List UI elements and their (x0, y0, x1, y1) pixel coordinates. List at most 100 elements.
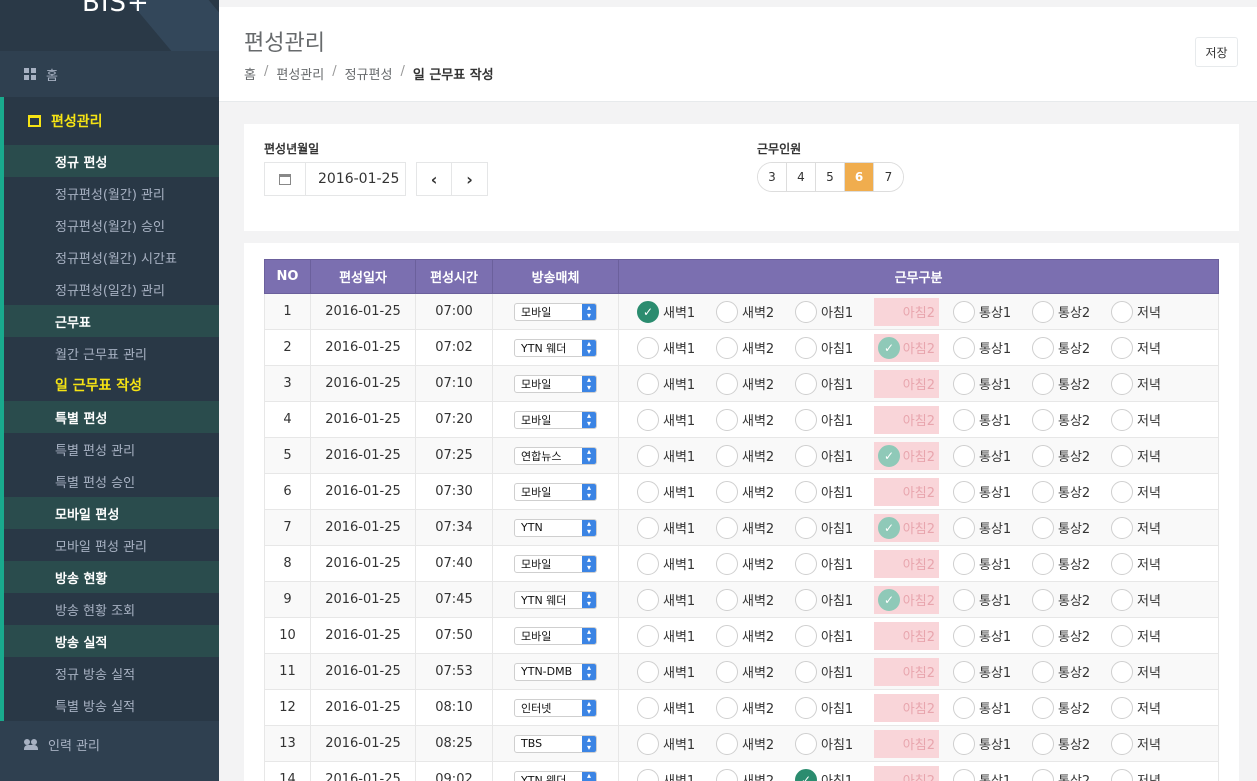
radio-icon[interactable] (1032, 516, 1054, 539)
media-select[interactable]: TBS ▴ ▾ (514, 734, 597, 753)
duty-radio-option[interactable]: 통상1 (953, 658, 1032, 686)
media-select[interactable]: 인터넷 ▴ ▾ (514, 698, 597, 717)
radio-icon[interactable] (637, 660, 659, 683)
duty-radio-option[interactable]: 통상2 (1032, 550, 1111, 578)
sidebar-subitem[interactable]: 특별 방송 실적 (4, 689, 219, 721)
duty-radio-option[interactable]: ✓ 아침2 (874, 585, 939, 614)
radio-icon[interactable] (1032, 588, 1054, 611)
radio-icon[interactable] (716, 300, 738, 323)
duty-radio-option[interactable]: ✓ 아침2 (874, 441, 939, 470)
duty-radio-option[interactable]: 아침2 (874, 477, 939, 506)
duty-radio-option[interactable]: 통상2 (1032, 298, 1111, 326)
radio-icon[interactable] (953, 732, 975, 755)
radio-icon[interactable] (953, 696, 975, 719)
duty-radio-option[interactable]: 저녁 (1111, 442, 1190, 470)
media-select[interactable]: 모바일 ▴ ▾ (514, 302, 597, 321)
duty-radio-option[interactable]: 통상2 (1032, 370, 1111, 398)
radio-checked-icon[interactable]: ✓ (637, 300, 659, 323)
radio-icon[interactable] (953, 516, 975, 539)
duty-radio-option[interactable]: 아침1 (795, 586, 874, 614)
radio-icon[interactable] (953, 768, 975, 781)
radio-icon[interactable] (953, 660, 975, 683)
radio-icon[interactable] (795, 516, 817, 539)
duty-radio-option[interactable]: 새벽1 (637, 406, 716, 434)
duty-radio-option[interactable]: 통상1 (953, 622, 1032, 650)
media-select[interactable]: YTN-DMB ▴ ▾ (514, 662, 597, 681)
media-select[interactable]: 연합뉴스 ▴ ▾ (514, 446, 597, 465)
duty-radio-option[interactable]: 저녁 (1111, 694, 1190, 722)
duty-radio-option[interactable]: 통상1 (953, 550, 1032, 578)
radio-icon[interactable] (953, 372, 975, 395)
radio-icon[interactable] (1111, 768, 1133, 781)
radio-icon[interactable] (716, 372, 738, 395)
radio-icon[interactable] (1032, 660, 1054, 683)
sidebar-subitem[interactable]: 방송 현황 조회 (4, 593, 219, 625)
breadcrumb-regular[interactable]: 정규편성 (345, 64, 393, 83)
radio-icon[interactable] (637, 336, 659, 359)
radio-icon[interactable] (1111, 624, 1133, 647)
radio-icon[interactable] (795, 408, 817, 431)
duty-radio-option[interactable]: 새벽2 (716, 514, 795, 542)
duty-radio-option[interactable]: 통상1 (953, 370, 1032, 398)
sidebar-subitem[interactable]: 정규편성(월간) 시간표 (4, 241, 219, 273)
staff-count-option[interactable]: 7 (874, 163, 903, 191)
duty-radio-option[interactable]: 저녁 (1111, 334, 1190, 362)
radio-icon[interactable] (1111, 336, 1133, 359)
radio-icon[interactable] (795, 372, 817, 395)
media-select[interactable]: YTN 웨더 ▴▾ (514, 770, 597, 781)
app-logo[interactable]: BIS+ (82, 0, 150, 18)
sidebar-subitem[interactable]: 정규편성(일간) 관리 (4, 273, 219, 305)
radio-icon[interactable] (716, 624, 738, 647)
calendar-button[interactable] (264, 162, 306, 196)
duty-radio-option[interactable]: 새벽1 (637, 478, 716, 506)
radio-icon[interactable] (1111, 372, 1133, 395)
radio-icon[interactable] (716, 336, 738, 359)
duty-radio-option[interactable]: 통상1 (953, 694, 1032, 722)
duty-radio-option[interactable]: 새벽2 (716, 658, 795, 686)
duty-radio-option[interactable]: 통상1 (953, 406, 1032, 434)
duty-radio-option[interactable]: ✓ 아침2 (874, 333, 939, 362)
duty-radio-option[interactable]: 새벽1 (637, 514, 716, 542)
radio-icon[interactable] (795, 552, 817, 575)
duty-radio-option[interactable]: 통상1 (953, 298, 1032, 326)
duty-radio-option[interactable]: 아침1 (795, 514, 874, 542)
breadcrumb-schedule[interactable]: 편성관리 (276, 64, 324, 83)
duty-radio-option[interactable]: 아침1 (795, 370, 874, 398)
radio-icon[interactable] (953, 552, 975, 575)
duty-radio-option[interactable]: 아침1 (795, 406, 874, 434)
radio-icon[interactable] (716, 660, 738, 683)
media-select[interactable]: 모바일 ▴ ▾ (514, 410, 597, 429)
duty-radio-option[interactable]: 아침1 (795, 694, 874, 722)
duty-radio-option[interactable]: 통상2 (1032, 586, 1111, 614)
duty-radio-option[interactable]: 저녁 (1111, 622, 1190, 650)
staff-count-option[interactable]: 6 (845, 163, 874, 191)
radio-icon[interactable] (1111, 300, 1133, 323)
duty-radio-option[interactable]: 저녁 (1111, 658, 1190, 686)
duty-radio-option[interactable]: 새벽2 (716, 406, 795, 434)
radio-icon[interactable] (716, 732, 738, 755)
radio-icon[interactable] (1032, 300, 1054, 323)
media-select[interactable]: YTN 웨더 ▴▾ (514, 338, 597, 357)
duty-radio-option[interactable]: 새벽1 (637, 586, 716, 614)
radio-icon[interactable] (716, 696, 738, 719)
duty-radio-option[interactable]: 아침1 (795, 550, 874, 578)
duty-radio-option[interactable]: 저녁 (1111, 766, 1190, 781)
sidebar-group-title[interactable]: 편성관리 (4, 97, 219, 145)
duty-radio-option[interactable]: 통상1 (953, 586, 1032, 614)
prev-date-button[interactable]: ‹ (416, 162, 452, 196)
duty-radio-option[interactable]: 통상2 (1032, 658, 1111, 686)
duty-radio-option[interactable]: 통상2 (1032, 334, 1111, 362)
duty-radio-option[interactable]: 통상2 (1032, 478, 1111, 506)
duty-radio-option[interactable]: 아침2 (874, 405, 939, 434)
radio-icon[interactable] (1111, 588, 1133, 611)
duty-radio-option[interactable]: ✓ 아침1 (795, 766, 874, 781)
radio-icon[interactable] (1032, 696, 1054, 719)
duty-radio-option[interactable]: ✓ 새벽1 (637, 298, 716, 326)
duty-radio-option[interactable]: 통상2 (1032, 766, 1111, 781)
duty-radio-option[interactable]: 새벽2 (716, 694, 795, 722)
radio-icon[interactable] (1032, 336, 1054, 359)
duty-radio-option[interactable]: 통상2 (1032, 694, 1111, 722)
radio-icon[interactable] (953, 444, 975, 467)
breadcrumb-home[interactable]: 홈 (244, 64, 256, 83)
duty-radio-option[interactable]: 아침2 (874, 765, 939, 781)
